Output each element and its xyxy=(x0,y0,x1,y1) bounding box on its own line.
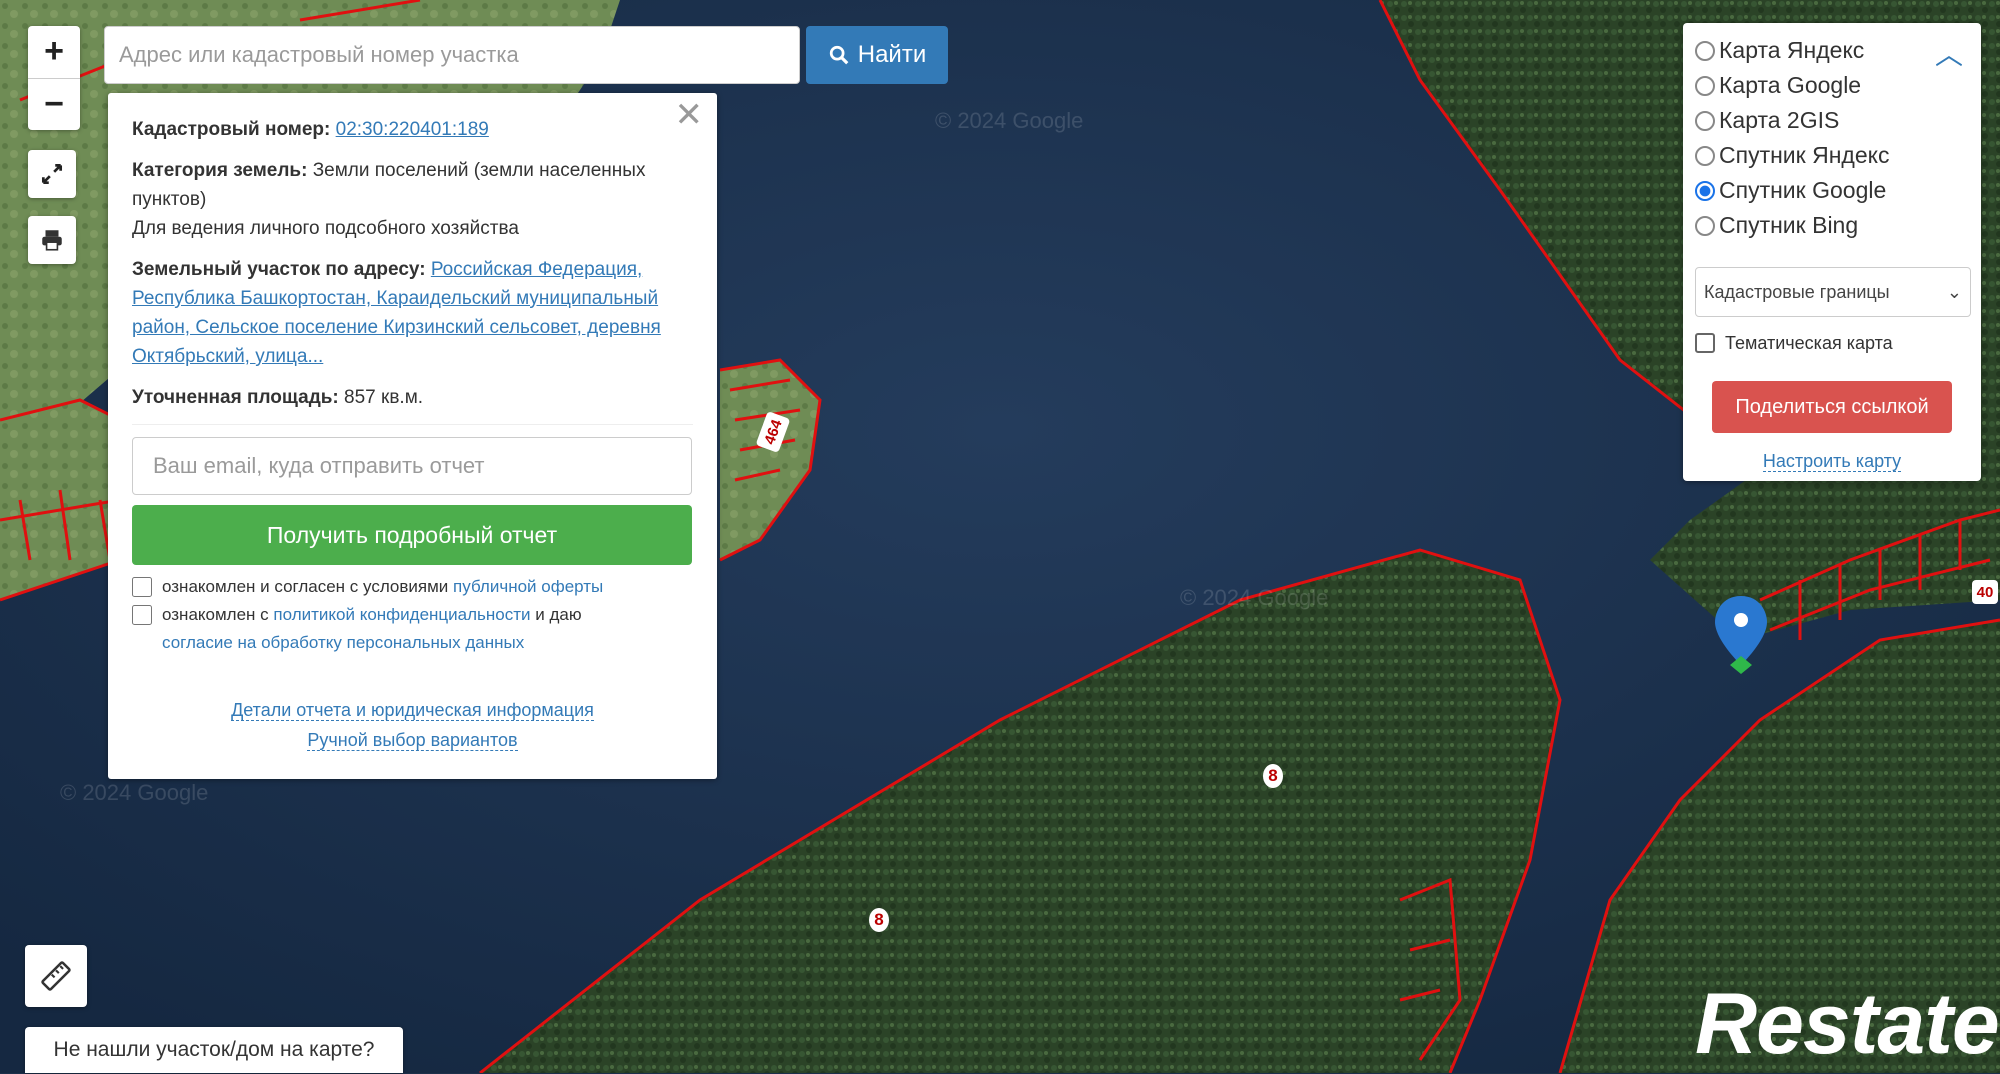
ruler-icon xyxy=(41,961,71,991)
chevron-up-icon[interactable]: ︿ xyxy=(1935,33,1963,73)
parcel-label: 8 xyxy=(1263,764,1283,788)
parcel-info-panel: ✕ Кадастровый номер: 02:30:220401:189 Ка… xyxy=(108,93,717,779)
address-row: Земельный участок по адресу: Российская … xyxy=(132,255,693,371)
configure-map-link[interactable]: Настроить карту xyxy=(1762,451,1902,472)
thematic-map-checkbox[interactable] xyxy=(1695,333,1715,353)
search-button-label: Найти xyxy=(857,41,927,68)
area-value: 857 кв.м. xyxy=(344,387,424,408)
map-type-label: Спутник Яндекс xyxy=(1719,142,1890,168)
map-type-label: Карта 2GIS xyxy=(1719,107,1840,133)
radio-button[interactable] xyxy=(1695,40,1715,61)
privacy-consent-text: ознакомлен с политикой конфиденциальност… xyxy=(162,605,582,652)
print-button[interactable] xyxy=(28,216,76,264)
personal-data-consent-link[interactable]: согласие на обработку персональных данны… xyxy=(162,633,524,652)
map-type-label: Спутник Google xyxy=(1719,177,1887,203)
privacy-policy-link[interactable]: политикой конфиденциальности xyxy=(273,605,530,624)
map-type-label: Карта Google xyxy=(1719,72,1862,98)
radio-button[interactable] xyxy=(1695,75,1715,96)
report-details-link[interactable]: Детали отчета и юридическая информация xyxy=(231,700,594,721)
map-type-label: Карта Яндекс xyxy=(1719,37,1865,63)
panel-footer-links: Детали отчета и юридическая информация Р… xyxy=(132,695,693,755)
thematic-map-label: Тематическая карта xyxy=(1725,332,1893,353)
expand-icon xyxy=(41,163,63,185)
cadastral-label: Кадастровый номер: xyxy=(132,119,331,140)
radio-button[interactable] xyxy=(1695,180,1715,201)
not-found-button[interactable]: Не нашли участок/дом на карте? xyxy=(25,1027,403,1073)
category-label: Категория земель: xyxy=(132,160,308,181)
category-row: Категория земель: Земли поселений (земли… xyxy=(132,156,693,243)
search-button[interactable]: Найти xyxy=(806,26,948,84)
configure-map: Настроить карту xyxy=(1695,451,1969,472)
manual-selection-link[interactable]: Ручной выбор вариантов xyxy=(307,730,518,751)
radio-button[interactable] xyxy=(1695,110,1715,131)
get-report-button[interactable]: Получить подробный отчет xyxy=(132,505,692,565)
privacy-consent: ознакомлен с политикой конфиденциальност… xyxy=(132,601,693,657)
map-type-option[interactable]: Спутник Bing xyxy=(1695,208,1969,243)
chevron-down-icon: ⌄ xyxy=(1946,281,1962,302)
map-type-label: Спутник Bing xyxy=(1719,212,1859,238)
layers-panel: ︿ Карта Яндекс Карта Google Карта 2GIS Спут… xyxy=(1683,23,1981,481)
printer-icon xyxy=(42,230,62,251)
thematic-map-option[interactable]: Тематическая карта xyxy=(1695,329,1969,357)
map-type-list: Карта Яндекс Карта Google Карта 2GIS Спутни… xyxy=(1695,33,1969,243)
close-icon[interactable]: ✕ xyxy=(675,98,704,132)
area-row: Уточненная площадь: 857 кв.м. xyxy=(132,383,693,412)
zoom-in-button[interactable]: + xyxy=(28,26,80,78)
zoom-out-button[interactable]: − xyxy=(28,78,80,130)
overlay-select-value: Кадастровые границы xyxy=(1704,281,1890,302)
map-type-option[interactable]: Спутник Яндекс xyxy=(1695,138,1969,173)
land-usage: Для ведения личного подсобного хозяйства xyxy=(132,218,519,239)
parcel-label: 8 xyxy=(869,908,889,932)
privacy-checkbox[interactable] xyxy=(132,605,152,625)
zoom-control: + − xyxy=(28,26,80,130)
offer-checkbox[interactable] xyxy=(132,577,152,597)
cadastral-row: Кадастровый номер: 02:30:220401:189 xyxy=(132,115,693,144)
parcel-label: 40 xyxy=(1972,580,1998,604)
map-watermark: © 2024 Google xyxy=(935,108,1084,133)
area-label: Уточненная площадь: xyxy=(132,387,339,408)
map-watermark: © 2024 Google xyxy=(60,780,209,805)
radio-button[interactable] xyxy=(1695,215,1715,236)
radio-button[interactable] xyxy=(1695,145,1715,166)
share-link-button[interactable]: Поделиться ссылкой xyxy=(1712,381,1952,433)
address-label: Земельный участок по адресу: xyxy=(132,259,426,280)
map-watermark: © 2024 Google xyxy=(1180,585,1329,610)
map-type-option[interactable]: Карта Яндекс xyxy=(1695,33,1969,68)
search-input[interactable] xyxy=(104,26,800,84)
ruler-button[interactable] xyxy=(25,945,87,1007)
map-type-option[interactable]: Карта 2GIS xyxy=(1695,103,1969,138)
cadastral-number-link[interactable]: 02:30:220401:189 xyxy=(336,119,489,140)
search-icon xyxy=(829,45,849,65)
map-type-option[interactable]: Карта Google xyxy=(1695,68,1969,103)
restate-logo: Restate xyxy=(1695,976,2000,1072)
overlay-select[interactable]: Кадастровые границы ⌄ xyxy=(1695,267,1971,317)
map-type-option[interactable]: Спутник Google xyxy=(1695,173,1969,208)
fullscreen-button[interactable] xyxy=(28,150,76,198)
email-field[interactable] xyxy=(132,437,692,495)
divider xyxy=(132,424,693,425)
offer-consent: ознакомлен и согласен с условиями публич… xyxy=(132,573,693,601)
public-offer-link[interactable]: публичной оферты xyxy=(453,577,603,596)
offer-consent-text: ознакомлен и согласен с условиями публич… xyxy=(162,577,604,596)
